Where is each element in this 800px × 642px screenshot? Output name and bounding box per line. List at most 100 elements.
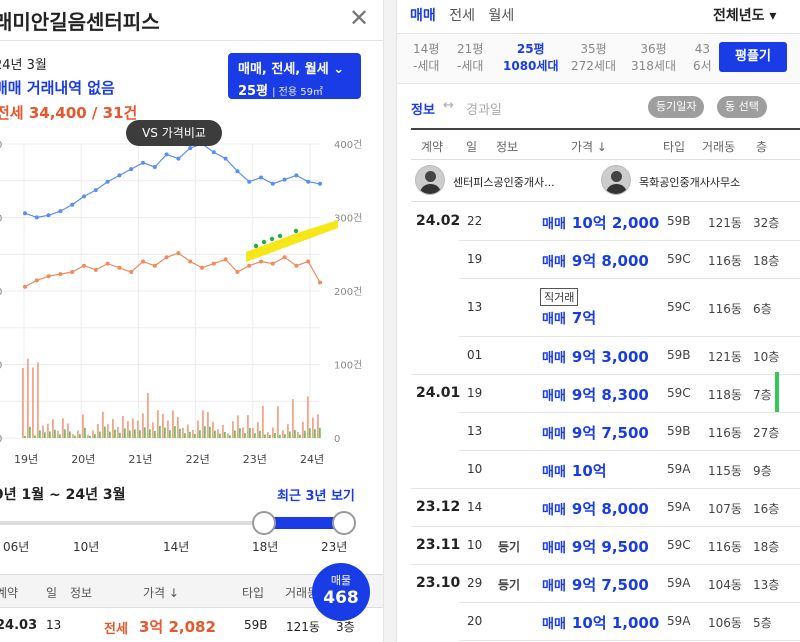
row-price: 매매 9억 9,500 <box>542 536 649 557</box>
info-toggle[interactable]: 정보 <box>411 99 435 118</box>
pyeong-expand-button[interactable]: 평플기 <box>719 42 787 72</box>
row-kind: 매매 <box>542 579 566 594</box>
fab-label: 매물 <box>330 574 352 587</box>
recent-trade-point <box>269 236 275 242</box>
tab-sale[interactable]: 매매 <box>410 5 436 25</box>
x-tick-label: 24년 <box>300 453 324 466</box>
pyeong-option-43[interactable]: 43 6서 <box>693 41 712 75</box>
scroll-indicator <box>775 372 779 412</box>
row-type: 59A <box>667 462 691 476</box>
price-chart[interactable]: 19년 20년 21년 22년 23년 24년 400건 300건 200건 100건 0 0 0 0 0 0 <box>0 136 383 476</box>
volume-bar-green <box>124 428 126 438</box>
compare-button[interactable]: VS 가격비교 <box>126 120 222 146</box>
row-type: 59A <box>667 500 691 514</box>
row-dong: 121동 <box>286 620 320 634</box>
jeonse-series-point <box>46 274 51 279</box>
panel-divider[interactable] <box>383 0 397 642</box>
volume-bar <box>237 415 239 438</box>
table-row[interactable]: 10 매매 10억 59A 115동 9층 <box>397 451 800 489</box>
range-slider-end-handle[interactable] <box>332 511 356 535</box>
trade-filter-button[interactable]: 매매, 전세, 월세 ⌄ 25평 | 전용 59㎡ <box>228 53 361 99</box>
volume-bar-green <box>234 430 236 438</box>
registered-badge: 등기 <box>498 540 521 554</box>
volume-bar-green <box>249 428 251 438</box>
sale-series-point <box>34 215 39 220</box>
table-row[interactable]: 24.01 19 매매 9억 8,300 59C 118동 7층 <box>397 375 800 413</box>
jeonse-series-point <box>211 261 216 266</box>
sale-series-point <box>235 169 240 174</box>
tab-monthly[interactable]: 월세 <box>488 5 514 25</box>
slider-label: 18년 <box>252 540 279 554</box>
table-row[interactable]: 23.12 14 매매 9억 8,000 59A 107동 16층 <box>397 489 800 527</box>
jeonse-status: 전세 34,400 / 31건 <box>0 104 138 122</box>
pyeong-option-21[interactable]: 21평 -세대 <box>457 41 483 75</box>
row-month: 23.10 <box>416 575 461 591</box>
table-row[interactable]: 19 매매 9억 8,000 59C 116동 18층 <box>397 241 800 279</box>
pyeong-option-36[interactable]: 36평 318세대 <box>631 41 676 75</box>
left-panel: 래미안길음센터피스 ✕ 24년 3월 매매 거래내역 없음 전세 34,400 … <box>0 0 383 642</box>
row-dong: 116동 <box>708 254 742 268</box>
listings-fab-button[interactable]: 매물 468 <box>312 563 370 621</box>
volume-bar <box>242 427 244 438</box>
pyeong-option-14[interactable]: 14평 -세대 <box>413 41 439 75</box>
volume-bar <box>312 417 314 438</box>
volume-bar-green <box>199 430 201 438</box>
pyeong-option-25[interactable]: 25평 1080세대 <box>503 41 558 75</box>
table-row[interactable]: 01 매매 9억 3,000 59B 121동 10층 <box>397 337 800 375</box>
volume-bar <box>132 418 134 438</box>
jeonse-series-point <box>176 251 181 256</box>
volume-bar <box>282 430 284 438</box>
sale-series-point <box>282 177 287 182</box>
pyeong-households: 6서 <box>693 59 712 73</box>
volume-bar-green <box>24 436 26 438</box>
sale-series-point <box>46 213 51 218</box>
sale-series-point <box>306 179 311 184</box>
table-row[interactable]: 13 직거래 매매 7억 59C 116동 6층 <box>397 279 800 337</box>
building-select-chip[interactable]: 동 선택 <box>717 96 767 118</box>
pyeong-size: 36평 <box>640 42 667 56</box>
volume-bar-green <box>69 431 71 438</box>
jeonse-series-point <box>259 259 263 264</box>
agent-name[interactable]: 목화공인중개사사무소 <box>639 174 740 190</box>
volume-bar-green <box>309 428 311 438</box>
trade-type-tabs: 매매 전세 월세 <box>410 5 523 25</box>
jeonse-series-point <box>117 265 122 270</box>
volume-bar <box>52 419 54 438</box>
row-price: 매매 10억 1,000 <box>542 612 659 633</box>
registration-date-chip[interactable]: 등기일자 <box>648 96 705 118</box>
col-floor: 층 <box>756 140 768 154</box>
table-row[interactable]: 20 매매 10억 1,000 59A 106동 5층 <box>397 603 800 641</box>
col-price[interactable]: 가격 ↓ <box>571 138 607 155</box>
jeonse-series-point <box>70 270 75 274</box>
row-price: 3억 2,082 <box>139 618 216 636</box>
row-month: 24.02 <box>416 213 461 229</box>
table-row[interactable]: 13 매매 9억 7,500 59B 116동 27층 <box>397 413 800 451</box>
table-row[interactable]: 24.02 22 매매 10억 2,000 59B 121동 32층 <box>397 203 800 241</box>
year-selector[interactable]: 전체년도 ▾ <box>713 5 776 25</box>
agent-name[interactable]: 센터피스공인중개사... <box>453 174 555 190</box>
x-tick-label: 22년 <box>186 453 210 466</box>
table-row[interactable]: 23.11 10 등기 매매 9억 9,500 59C 116동 18층 <box>397 527 800 565</box>
pyeong-size: 43 <box>694 42 710 56</box>
volume-bar-green <box>109 431 111 438</box>
pyeong-option-35[interactable]: 35평 272세대 <box>571 41 616 75</box>
close-icon[interactable]: ✕ <box>347 6 371 30</box>
volume-bar <box>82 414 84 438</box>
avatar <box>601 165 631 195</box>
volume-bar <box>217 429 219 438</box>
tab-jeonse[interactable]: 전세 <box>449 5 475 25</box>
table-row[interactable]: 23.10 29 등기 매매 9억 7,500 59A 104동 13층 <box>397 565 800 603</box>
col-price[interactable]: 가격 ↓ <box>143 584 179 601</box>
row-floor: 5층 <box>753 616 772 630</box>
range-slider-start-handle[interactable] <box>252 511 276 535</box>
jeonse-series-point <box>223 257 228 262</box>
volume-bar-green <box>44 432 46 438</box>
volume-bar <box>232 421 234 438</box>
row-kind: 매매 <box>542 255 566 270</box>
volume-bar-green <box>54 429 56 438</box>
recent-3-years-link[interactable]: 최근 3년 보기 <box>277 485 355 504</box>
row-type: 59A <box>667 576 691 590</box>
volume-bar <box>277 406 279 438</box>
elapsed-toggle[interactable]: 경과일 <box>466 99 502 118</box>
volume-bar <box>222 424 224 438</box>
